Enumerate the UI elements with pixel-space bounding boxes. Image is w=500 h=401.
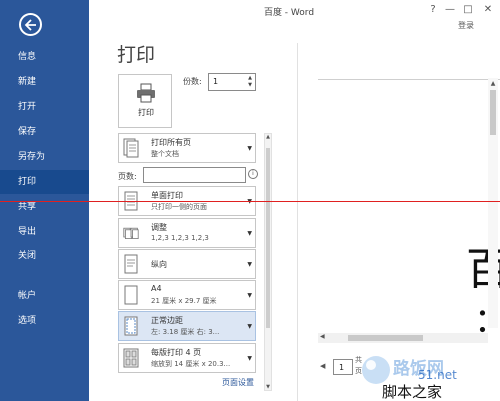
window-title: 百度 - Word [263,8,315,18]
printer-icon [137,83,155,103]
margins-dropdown[interactable]: 正常边距 左: 3.18 厘米 右: 3... ▼ [118,311,256,341]
pages-input[interactable] [143,167,246,183]
setting-sub: 缩放到 14 厘米 x 20.3... [151,360,231,368]
sidebar-item-export[interactable]: 导出 [0,220,89,244]
chevron-down-icon: ▼ [247,355,252,362]
previous-page-icon[interactable]: ◀ [320,362,325,370]
copies-stepper[interactable]: 1 ▲ ▼ [208,73,256,91]
watermark-site: 51.net [418,368,457,382]
scroll-thumb[interactable] [348,335,423,341]
pages-label: 页数: [118,172,137,181]
orientation-dropdown[interactable]: 纵向 ▼ [118,249,256,279]
setting-sub: 21 厘米 x 29.7 厘米 [151,297,217,305]
setting-sub: 整个文档 [151,150,179,158]
back-button[interactable] [19,13,42,36]
sidebar-item-new[interactable]: 新建 [0,70,89,94]
collate-dropdown[interactable]: 调整 1,2,3 1,2,3 1,2,3 ▼ [118,218,256,248]
chevron-down-icon: ▼ [247,145,252,152]
watermark-subtitle: 脚本之家 [382,383,443,401]
chevron-down-icon: ▼ [247,292,252,299]
info-icon[interactable]: i [248,169,258,179]
setting-main: 打印所有页 [151,138,191,147]
sidebar-item-save-as[interactable]: 另存为 [0,145,89,169]
annotation-line [0,201,500,202]
panel-divider [297,43,298,401]
preview-vertical-scrollbar[interactable]: ▲ [488,78,498,328]
paper-size-icon [124,285,138,305]
print-button[interactable]: 打印 [118,74,172,128]
collate-icon [123,227,139,239]
scroll-down-icon[interactable]: ▼ [265,384,271,390]
setting-sub: 只打印一侧的页面 [151,203,207,211]
print-preview-page [318,80,488,320]
setting-main: 正常边距 [151,316,183,325]
sidebar-item-share[interactable]: 共享 [0,195,89,219]
scroll-thumb[interactable] [490,90,496,135]
scroll-up-icon[interactable]: ▲ [488,80,498,87]
sidebar-item-save[interactable]: 保存 [0,120,89,144]
setting-main: 纵向 [151,260,167,269]
chevron-down-icon: ▼ [247,261,252,268]
back-arrow-icon [24,19,36,31]
chevron-down-icon: ▼ [247,230,252,237]
paper-size-dropdown[interactable]: A4 21 厘米 x 29.7 厘米 ▼ [118,280,256,310]
help-button[interactable]: ? [426,3,440,17]
page-setup-link[interactable]: 页面设置 [222,377,254,388]
scroll-up-icon[interactable]: ▲ [265,134,271,140]
setting-main: 单面打印 [151,191,183,200]
title-bar: 百度 - Word ? — □ ✕ 登录 [89,0,500,30]
chevron-down-icon: ▼ [247,323,252,330]
margins-icon [124,316,138,336]
sidebar-item-print[interactable]: 打印 [0,170,89,194]
pages-icon [123,138,139,158]
copies-label: 份数: [183,77,202,86]
page-number-value: 1 [339,363,345,372]
print-button-label: 打印 [138,108,154,117]
setting-main: A4 [151,284,162,293]
preview-horizontal-scrollbar[interactable]: ◀ [318,333,488,343]
copies-spin-icon[interactable]: ▲ ▼ [246,75,254,89]
portrait-icon [124,254,138,274]
sidebar-item-info[interactable]: 信息 [0,45,89,69]
scroll-thumb[interactable] [266,148,270,328]
pages-per-sheet-dropdown[interactable]: 每版打印 4 页 缩放到 14 厘米 x 20.3... ▼ [118,343,256,373]
sidebar-item-close[interactable]: 关闭 [0,244,89,268]
sidebar-item-open[interactable]: 打开 [0,95,89,119]
print-range-dropdown[interactable]: 打印所有页 整个文档 ▼ [118,133,256,163]
word-backstage-window: 信息 新建 打开 保存 另存为 打印 共享 导出 关闭 帐户 选项 百度 - W… [0,0,500,401]
setting-sub: 左: 3.18 厘米 右: 3... [151,328,220,336]
minimize-button[interactable]: — [443,3,457,17]
page-number-input[interactable]: 1 [333,359,353,375]
signin-link[interactable]: 登录 [458,20,474,31]
setting-sub: 1,2,3 1,2,3 1,2,3 [151,234,209,242]
setting-main: 每版打印 4 页 [151,348,202,357]
pages-per-sheet-icon [123,348,139,368]
copies-value: 1 [213,77,219,86]
sidebar-item-account[interactable]: 帐户 [0,284,89,308]
watermark: 路饭网 51.net 脚本之家 [358,350,500,401]
close-button[interactable]: ✕ [481,3,495,17]
scroll-left-icon[interactable]: ◀ [320,333,325,340]
setting-main: 调整 [151,223,167,232]
sidebar-item-options[interactable]: 选项 [0,309,89,333]
page-title: 打印 [117,44,156,66]
settings-scrollbar[interactable]: ▲ ▼ [264,133,272,391]
maximize-button[interactable]: □ [461,3,475,17]
